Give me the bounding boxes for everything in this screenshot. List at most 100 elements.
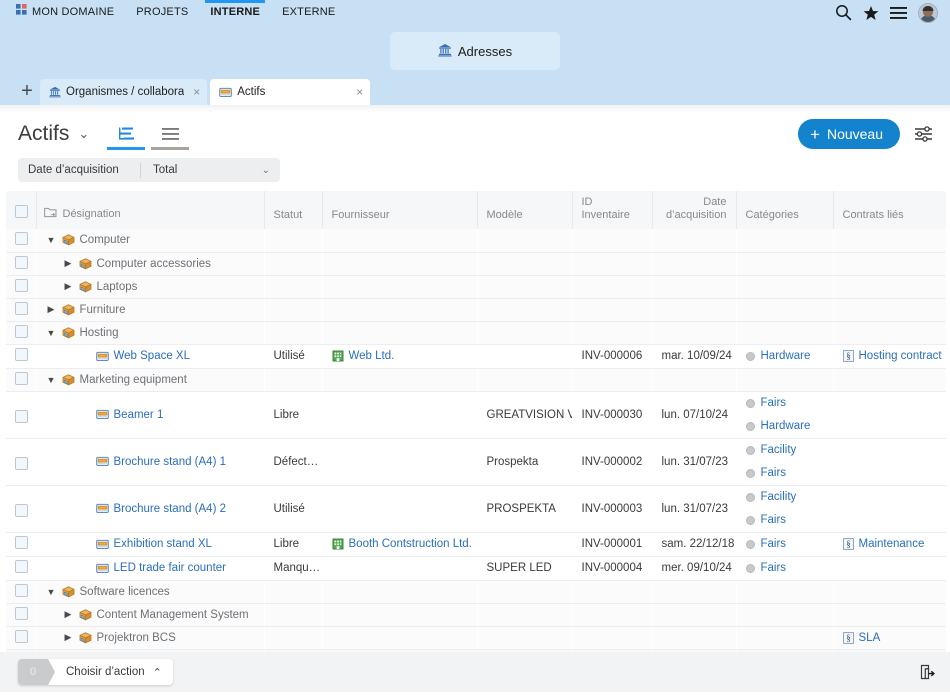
- choose-action-control[interactable]: 0 Choisir d’action ⌃: [18, 659, 173, 685]
- contract-link[interactable]: Hosting contract: [859, 350, 942, 362]
- cell-fournisseur: [322, 298, 477, 322]
- row-checkbox[interactable]: [15, 348, 28, 361]
- chevron-down-icon[interactable]: ⌄: [262, 165, 280, 176]
- row-expand-toggle[interactable]: ▼: [46, 235, 57, 245]
- table-row[interactable]: ▶ Furniture: [6, 298, 946, 322]
- module-button-adresses[interactable]: Adresses: [390, 32, 560, 70]
- table-row[interactable]: Beamer 1 Libre GREATVISION V INV-000030 lun.…: [6, 391, 946, 439]
- row-checkbox[interactable]: [15, 606, 28, 620]
- group-package-icon: [79, 631, 92, 644]
- contract-link[interactable]: Maintenance: [859, 538, 925, 550]
- row-label[interactable]: LED trade fair counter: [114, 562, 227, 574]
- row-expand-toggle[interactable]: ▶: [63, 281, 74, 292]
- row-checkbox[interactable]: [15, 278, 28, 292]
- export-document-icon[interactable]: [916, 661, 938, 683]
- menu-hamburger-icon[interactable]: [890, 6, 907, 20]
- row-checkbox[interactable]: [15, 629, 28, 643]
- row-checkbox[interactable]: [15, 301, 28, 315]
- new-button[interactable]: + Nouveau: [798, 119, 900, 149]
- table-row[interactable]: ▼ Hosting: [6, 321, 946, 345]
- cell-modele: [477, 229, 572, 253]
- category-link[interactable]: Facility: [761, 444, 797, 456]
- row-label[interactable]: Brochure stand (A4) 1: [114, 456, 227, 468]
- column-header-fournisseur[interactable]: Fournisseur: [322, 191, 478, 229]
- supplier-link[interactable]: Web Ltd.: [349, 350, 395, 362]
- top-nav-item-projets[interactable]: PROJETS: [125, 0, 199, 25]
- column-header-designation[interactable]: Désignation: [36, 191, 265, 229]
- row-expand-toggle[interactable]: ▼: [46, 587, 57, 597]
- row-expand-toggle[interactable]: ▼: [46, 328, 57, 338]
- settings-sliders-icon[interactable]: [912, 123, 934, 145]
- tab-organismes-collabora[interactable]: Organismes / collabora ×: [40, 79, 208, 105]
- row-checkbox[interactable]: [15, 560, 28, 573]
- category-link[interactable]: Hardware: [761, 350, 811, 362]
- column-header-modele[interactable]: Modèle: [477, 191, 573, 229]
- row-checkbox[interactable]: [15, 536, 28, 549]
- close-icon[interactable]: ×: [193, 85, 200, 99]
- row-checkbox[interactable]: [15, 324, 28, 338]
- row-expand-toggle[interactable]: ▶: [63, 609, 74, 620]
- tab-actifs[interactable]: Actifs ×: [210, 79, 371, 105]
- category-link[interactable]: Fairs: [761, 514, 787, 526]
- table-row[interactable]: Brochure stand (A4) 1 Défect… Prospekta INV…: [6, 438, 946, 486]
- close-icon[interactable]: ×: [356, 85, 363, 99]
- row-checkbox[interactable]: [15, 456, 28, 470]
- favorites-star-icon[interactable]: [863, 5, 879, 21]
- column-header-statut[interactable]: Statut: [264, 191, 323, 229]
- contract-link[interactable]: SLA: [859, 632, 881, 644]
- category-link[interactable]: Hardware: [761, 420, 811, 432]
- add-tab-button[interactable]: +: [14, 77, 40, 105]
- row-label[interactable]: Web Space XL: [114, 350, 191, 362]
- top-nav-item-externe[interactable]: EXTERNE: [271, 0, 346, 25]
- row-expand-toggle[interactable]: ▶: [63, 632, 74, 643]
- supplier-link[interactable]: Booth Contstruction Ltd.: [349, 538, 472, 550]
- column-header-contrats[interactable]: Contrats liés: [833, 191, 946, 229]
- row-checkbox[interactable]: [15, 371, 28, 385]
- cell-contrats-lies: [833, 603, 946, 627]
- row-expand-toggle[interactable]: ▼: [46, 375, 57, 385]
- table-row[interactable]: Exhibition stand XL Libre Booth Contstruct…: [6, 532, 946, 557]
- cell-fournisseur: [322, 368, 477, 392]
- category-link[interactable]: Fairs: [761, 397, 787, 409]
- row-checkbox[interactable]: [15, 255, 28, 269]
- list-view-toggle[interactable]: [151, 120, 190, 150]
- category-link[interactable]: Fairs: [761, 562, 787, 574]
- table-row[interactable]: ▼ Software licences: [6, 580, 946, 604]
- row-checkbox[interactable]: [15, 503, 28, 517]
- table-row[interactable]: ▶ Computer accessories: [6, 252, 946, 276]
- row-expand-toggle[interactable]: ▶: [63, 258, 74, 269]
- chevron-up-icon[interactable]: ⌃: [153, 666, 173, 679]
- category-link[interactable]: Fairs: [761, 467, 787, 479]
- table-row[interactable]: ▶ Laptops: [6, 275, 946, 299]
- table-row[interactable]: ▶ Content Management System: [6, 603, 946, 627]
- row-label[interactable]: Exhibition stand XL: [114, 538, 212, 550]
- search-icon[interactable]: [835, 4, 852, 21]
- table-row[interactable]: LED trade fair counter Manqu… SUPER LED INV…: [6, 556, 946, 581]
- table-row[interactable]: ▼ Computer: [6, 229, 946, 253]
- category-link[interactable]: Facility: [761, 491, 797, 503]
- table-row[interactable]: Web Space XL Utilisé Web Ltd. INV-000006 mar…: [6, 344, 946, 369]
- avatar[interactable]: [918, 2, 938, 23]
- choose-action-label: Choisir d’action: [66, 666, 145, 678]
- row-checkbox[interactable]: [15, 409, 28, 423]
- column-header-categories[interactable]: Catégories: [736, 191, 834, 229]
- tree-view-toggle[interactable]: [107, 120, 146, 150]
- top-nav-item-mon-domaine[interactable]: MON DOMAINE: [10, 0, 125, 25]
- row-expand-toggle[interactable]: ▶: [46, 304, 57, 315]
- top-nav-item-interne[interactable]: INTERNE: [199, 0, 271, 25]
- column-header-id-inventaire[interactable]: ID Inventaire: [572, 191, 653, 229]
- date-acquisition-filter[interactable]: Date d’acquisition Total ⌄: [18, 158, 280, 182]
- row-label[interactable]: Beamer 1: [114, 409, 164, 421]
- cell-statut: [264, 252, 322, 276]
- table-row[interactable]: ▼ Marketing equipment: [6, 368, 946, 392]
- category-link[interactable]: Fairs: [761, 538, 787, 550]
- row-checkbox[interactable]: [15, 583, 28, 597]
- column-header-date-acquisition[interactable]: Date d’acquisition: [652, 191, 737, 229]
- table-row[interactable]: Brochure stand (A4) 2 Utilisé PROSPEKTA INV…: [6, 485, 946, 533]
- row-checkbox[interactable]: [15, 232, 28, 246]
- row-label[interactable]: Brochure stand (A4) 2: [114, 503, 227, 515]
- select-all-checkbox[interactable]: [15, 205, 28, 219]
- tab-label: Organismes / collabora: [66, 86, 185, 98]
- table-row[interactable]: ▶ Projektron BCS § SLA: [6, 626, 946, 650]
- page-title-dropdown-icon[interactable]: ⌄: [78, 126, 89, 142]
